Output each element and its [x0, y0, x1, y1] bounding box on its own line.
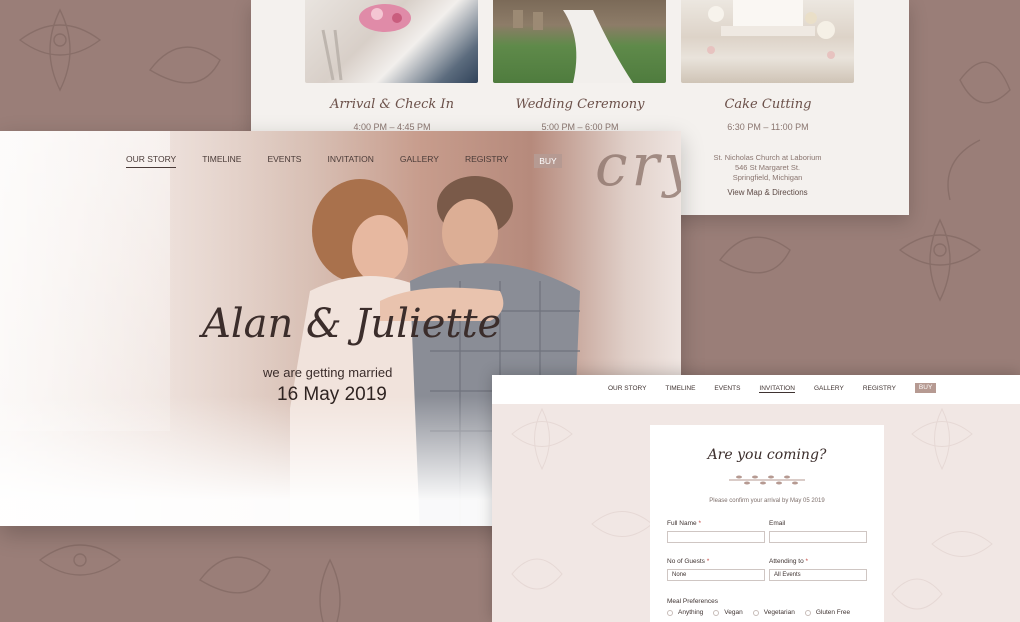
rsvp-deadline-text: Please confirm your arrival by May 05 20… — [709, 498, 825, 504]
guests-select[interactable]: None — [667, 569, 765, 581]
rsvp-nav: OUR STORY TIMELINE EVENTS INVITATION GAL… — [608, 383, 937, 393]
meal-option-vegetarian[interactable]: Vegetarian — [752, 609, 795, 616]
nav-invitation[interactable]: INVITATION — [759, 385, 795, 393]
label-text: No of Guests — [667, 558, 705, 565]
meal-option-vegan[interactable]: Vegan — [713, 609, 743, 616]
wedding-date: 16 May 2019 — [277, 384, 387, 405]
nav-invitation[interactable]: INVITATION — [327, 154, 373, 168]
nav-registry[interactable]: REGISTRY — [465, 154, 508, 168]
map-directions-link[interactable]: View Map & Directions — [665, 188, 870, 197]
address-line: St. Nicholas Church at Laborium — [713, 153, 822, 162]
nav-our-story[interactable]: OUR STORY — [608, 385, 646, 393]
nav-our-story[interactable]: OUR STORY — [126, 154, 177, 168]
meal-preferences-label: Meal Preferences — [667, 598, 718, 605]
attending-select[interactable]: All Events — [769, 569, 867, 581]
required-mark: * — [698, 520, 701, 527]
full-name-label: Full Name * — [667, 520, 701, 527]
hero-subtitle: we are getting married — [263, 365, 393, 380]
attending-label: Attending to * — [769, 558, 808, 565]
form-title: Are you coming? — [707, 447, 827, 463]
radio-icon — [667, 609, 673, 616]
nav-registry[interactable]: REGISTRY — [863, 385, 896, 393]
arrival-photo — [305, 0, 478, 83]
radio-icon — [713, 609, 720, 616]
nav-events[interactable]: EVENTS — [267, 154, 301, 168]
option-label: Vegan — [724, 609, 743, 616]
venue-address: St. Nicholas Church at Laborium 546 St M… — [665, 153, 870, 183]
buy-button[interactable]: BUY — [914, 383, 937, 393]
event-title: Cake Cutting — [724, 97, 812, 112]
vine-divider-icon — [729, 475, 805, 485]
nav-timeline[interactable]: TIMELINE — [665, 385, 695, 393]
meal-option-anything[interactable]: Anything — [667, 609, 703, 616]
event-title: Arrival & Check In — [330, 97, 454, 112]
rsvp-nav-bar: OUR STORY TIMELINE EVENTS INVITATION GAL… — [492, 375, 1020, 404]
buy-button[interactable]: BUY — [534, 154, 562, 168]
ceremony-photo — [493, 0, 666, 83]
email-label: Email — [769, 520, 786, 527]
couple-names: Alan & Juliette — [202, 301, 502, 347]
label-text: Attending to — [769, 558, 804, 565]
guests-label: No of Guests * — [667, 558, 709, 565]
label-text: Full Name — [667, 520, 697, 527]
option-label: Gluten Free — [815, 609, 851, 616]
nav-events[interactable]: EVENTS — [714, 385, 740, 393]
cake-photo — [681, 0, 854, 83]
radio-icon — [752, 609, 759, 616]
option-label: Vegetarian — [763, 609, 795, 616]
full-name-input[interactable] — [667, 531, 765, 543]
meal-options: Anything Vegan Vegetarian Gluten Free — [667, 609, 860, 616]
nav-timeline[interactable]: TIMELINE — [202, 154, 241, 168]
event-time: 6:30 PM – 11:00 PM — [727, 122, 809, 132]
radio-icon — [804, 609, 811, 616]
option-label: Anything — [678, 609, 704, 616]
rsvp-form: Are you coming? Please confirm your arri… — [650, 425, 884, 622]
nav-gallery[interactable]: GALLERY — [814, 385, 844, 393]
address-line: 546 St Margaret St. — [734, 163, 801, 172]
email-input[interactable] — [769, 531, 867, 543]
meal-option-gluten-free[interactable]: Gluten Free — [804, 609, 851, 616]
main-nav: OUR STORY TIMELINE EVENTS INVITATION GAL… — [126, 154, 562, 168]
required-mark: * — [706, 558, 710, 565]
rsvp-section: OUR STORY TIMELINE EVENTS INVITATION GAL… — [492, 375, 1020, 622]
nav-gallery[interactable]: GALLERY — [400, 154, 439, 168]
required-mark: * — [805, 558, 809, 565]
address-line: Springfield, Michigan — [732, 173, 803, 182]
event-title: Wedding Ceremony — [515, 97, 645, 112]
